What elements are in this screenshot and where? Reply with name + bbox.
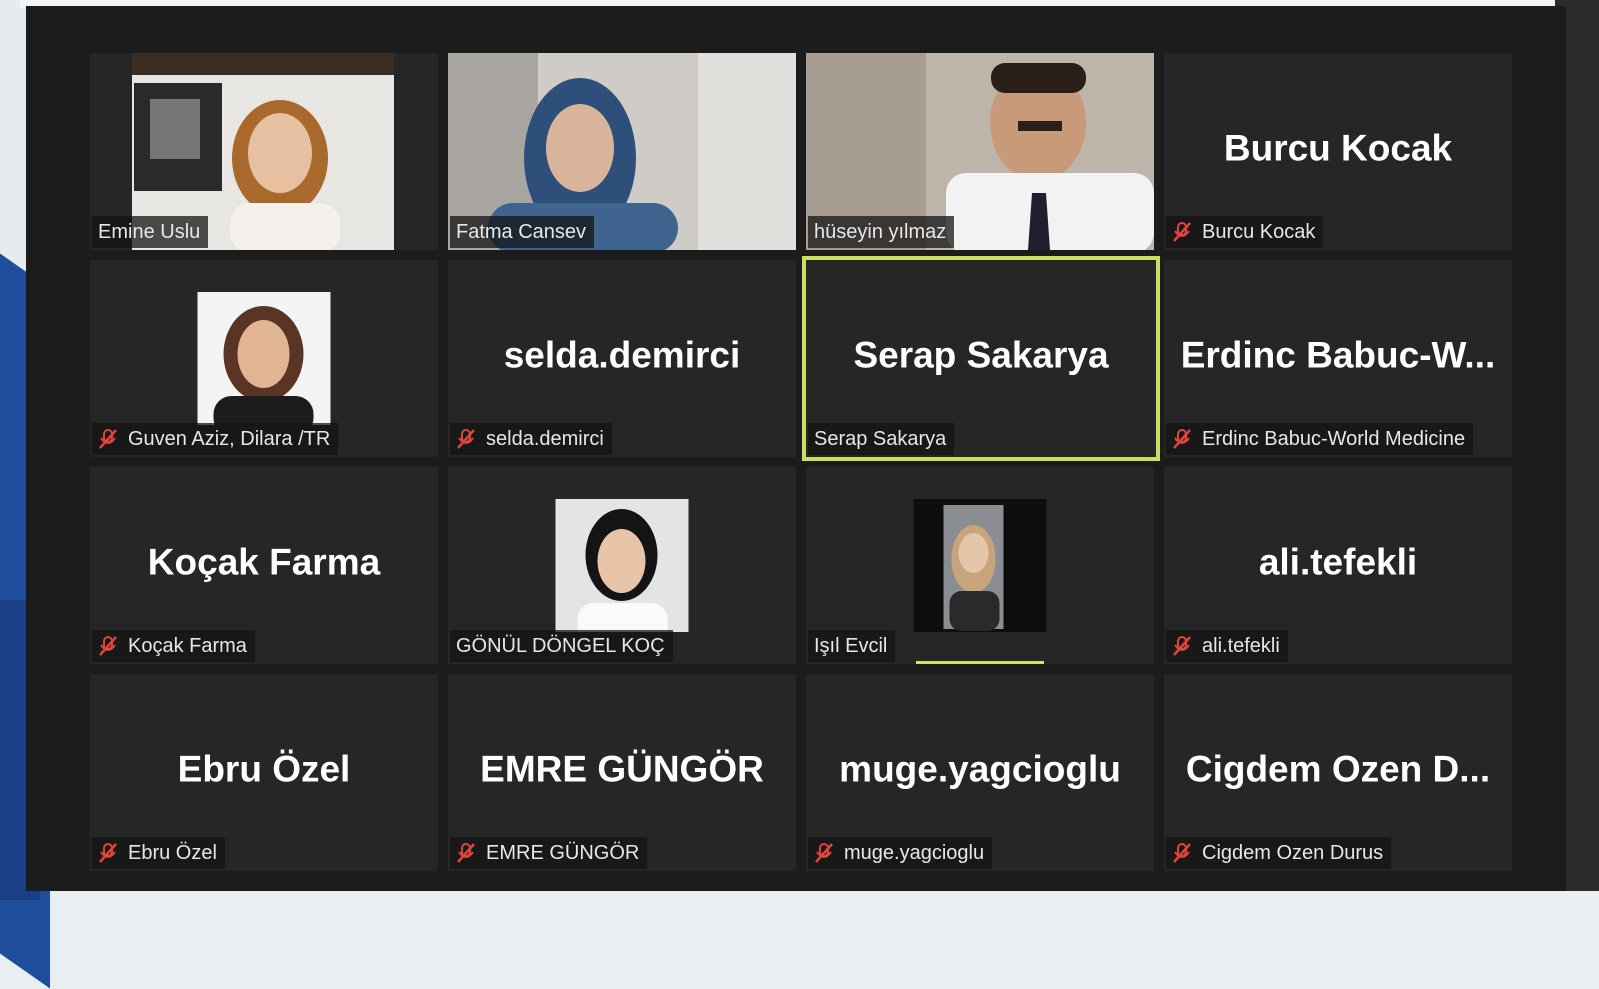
participant-display-name: muge.yagcioglu: [839, 748, 1121, 790]
participant-name-label: selda.demirci: [450, 423, 612, 455]
participant-tile-serap-sakarya[interactable]: Serap Sakarya Serap Sakarya: [802, 256, 1160, 461]
muted-microphone-icon: [456, 842, 476, 864]
participant-name-label: Burcu Kocak: [1166, 216, 1324, 248]
participant-tile-erdinc-babuc[interactable]: Erdinc Babuc-W... Erdinc Babuc-World Med…: [1164, 260, 1512, 457]
participant-display-name: Burcu Kocak: [1223, 127, 1453, 169]
participant-display-name: EMRE GÜNGÖR: [480, 748, 764, 790]
muted-microphone-icon: [1172, 635, 1192, 657]
participant-name-label: Guven Aziz, Dilara /TR: [92, 423, 339, 455]
participant-tile-cigdem-ozen-durus[interactable]: Cigdem Ozen D... Cigdem Ozen Durus: [1164, 674, 1512, 871]
participant-tile-kocak-farma[interactable]: Koçak Farma Koçak Farma: [90, 467, 438, 664]
participant-tile-gonul-dongel-koc[interactable]: GÖNÜL DÖNGEL KOÇ: [448, 467, 796, 664]
participant-name-label: Işıl Evcil: [808, 630, 896, 662]
participant-display-name: Ebru Özel: [177, 748, 351, 790]
participant-tile-ali-tefekli[interactable]: ali.tefekli ali.tefekli: [1164, 467, 1512, 664]
participant-name-label: Cigdem Ozen Durus: [1166, 837, 1392, 869]
participant-profile-photo: [555, 499, 689, 632]
participant-display-name: Erdinc Babuc-W...: [1180, 334, 1496, 376]
participant-profile-photo: [197, 292, 331, 425]
meeting-gallery-view: Emine Uslu Fatma Cansev hüseyin yılmaz B…: [26, 6, 1566, 891]
participant-name-label: Erdinc Babuc-World Medicine: [1166, 423, 1474, 455]
participant-tile-ebru-ozel[interactable]: Ebru Özel Ebru Özel: [90, 674, 438, 871]
participant-display-name: Koçak Farma: [147, 541, 381, 583]
participant-name-label: Serap Sakarya: [808, 423, 955, 455]
muted-microphone-icon: [814, 842, 834, 864]
participant-tile-isil-evcil[interactable]: Işıl Evcil: [806, 467, 1154, 664]
participant-display-name: Serap Sakarya: [853, 334, 1109, 376]
participant-tile-guven-aziz[interactable]: Guven Aziz, Dilara /TR: [90, 260, 438, 457]
muted-microphone-icon: [1172, 842, 1192, 864]
participant-tile-emre-gungor[interactable]: EMRE GÜNGÖR EMRE GÜNGÖR: [448, 674, 796, 871]
participant-tile-burcu-kocak[interactable]: Burcu Kocak Burcu Kocak: [1164, 53, 1512, 250]
muted-microphone-icon: [1172, 428, 1192, 450]
participant-display-name: selda.demirci: [503, 334, 741, 376]
participant-name-label: Fatma Cansev: [450, 216, 595, 248]
participant-tile-emine-uslu[interactable]: Emine Uslu: [90, 53, 438, 250]
participant-profile-photo: [913, 499, 1047, 632]
participant-display-name: Cigdem Ozen D...: [1185, 748, 1491, 790]
muted-microphone-icon: [1172, 221, 1192, 243]
muted-microphone-icon: [456, 428, 476, 450]
participant-name-label: ali.tefekli: [1166, 630, 1288, 662]
participant-name-label: hüseyin yılmaz: [808, 216, 955, 248]
participant-name-label: Koçak Farma: [92, 630, 255, 662]
participant-display-name: ali.tefekli: [1258, 541, 1418, 583]
muted-microphone-icon: [98, 428, 118, 450]
participant-tile-fatma-cansev[interactable]: Fatma Cansev: [448, 53, 796, 250]
participant-tile-selda-demirci[interactable]: selda.demirci selda.demirci: [448, 260, 796, 457]
participant-name-label: Emine Uslu: [92, 216, 209, 248]
participant-tile-huseyin-yilmaz[interactable]: hüseyin yılmaz: [806, 53, 1154, 250]
speaking-indicator: [916, 661, 1044, 664]
participant-name-label: muge.yagcioglu: [808, 837, 993, 869]
muted-microphone-icon: [98, 635, 118, 657]
participant-name-label: EMRE GÜNGÖR: [450, 837, 648, 869]
participant-name-label: GÖNÜL DÖNGEL KOÇ: [450, 630, 673, 662]
participant-name-label: Ebru Özel: [92, 837, 225, 869]
muted-microphone-icon: [98, 842, 118, 864]
participant-tile-muge-yagcioglu[interactable]: muge.yagcioglu muge.yagcioglu: [806, 674, 1154, 871]
